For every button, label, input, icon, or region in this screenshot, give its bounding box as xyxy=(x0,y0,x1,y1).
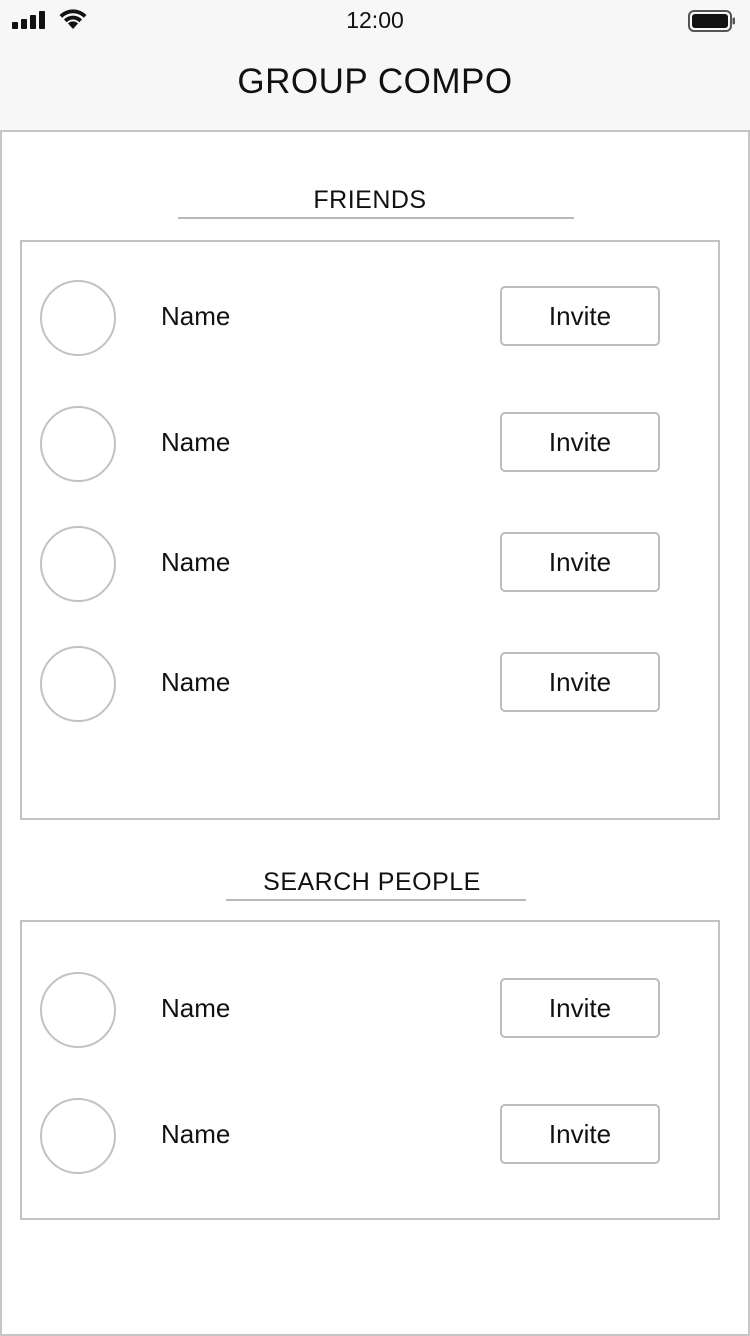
friend-name: Name xyxy=(161,427,231,457)
top-bar: 12:00 GROUP COMPO xyxy=(0,0,750,131)
avatar xyxy=(40,406,116,482)
person-row: Name Invite xyxy=(22,1098,718,1176)
friend-row: Name Invite xyxy=(22,526,718,604)
friends-list: Name Invite Name Invite Name Invite Name… xyxy=(20,240,720,820)
friend-row: Name Invite xyxy=(22,406,718,484)
friend-name: Name xyxy=(161,301,231,331)
invite-button[interactable]: Invite xyxy=(500,412,660,472)
friend-row: Name Invite xyxy=(22,280,718,358)
friends-heading: FRIENDS xyxy=(313,186,427,214)
invite-button[interactable]: Invite xyxy=(500,652,660,712)
avatar xyxy=(40,972,116,1048)
person-row: Name Invite xyxy=(22,972,718,1050)
search-people-heading-underline xyxy=(226,899,526,901)
invite-button[interactable]: Invite xyxy=(500,978,660,1038)
status-time: 12:00 xyxy=(346,7,404,33)
invite-button[interactable]: Invite xyxy=(500,532,660,592)
avatar xyxy=(40,1098,116,1174)
status-bar: 12:00 xyxy=(0,0,750,40)
person-name: Name xyxy=(161,1119,231,1149)
friend-row: Name Invite xyxy=(22,646,718,724)
avatar xyxy=(40,280,116,356)
friends-heading-underline xyxy=(178,217,574,219)
invite-button[interactable]: Invite xyxy=(500,1104,660,1164)
battery-icon xyxy=(688,10,735,32)
friend-name: Name xyxy=(161,547,231,577)
avatar xyxy=(40,526,116,602)
page-title: GROUP COMPO xyxy=(237,62,513,101)
search-people-list: Name Invite Name Invite xyxy=(20,920,720,1220)
friend-name: Name xyxy=(161,667,231,697)
invite-button[interactable]: Invite xyxy=(500,286,660,346)
person-name: Name xyxy=(161,993,231,1023)
avatar xyxy=(40,646,116,722)
search-people-heading: SEARCH PEOPLE xyxy=(263,868,481,896)
